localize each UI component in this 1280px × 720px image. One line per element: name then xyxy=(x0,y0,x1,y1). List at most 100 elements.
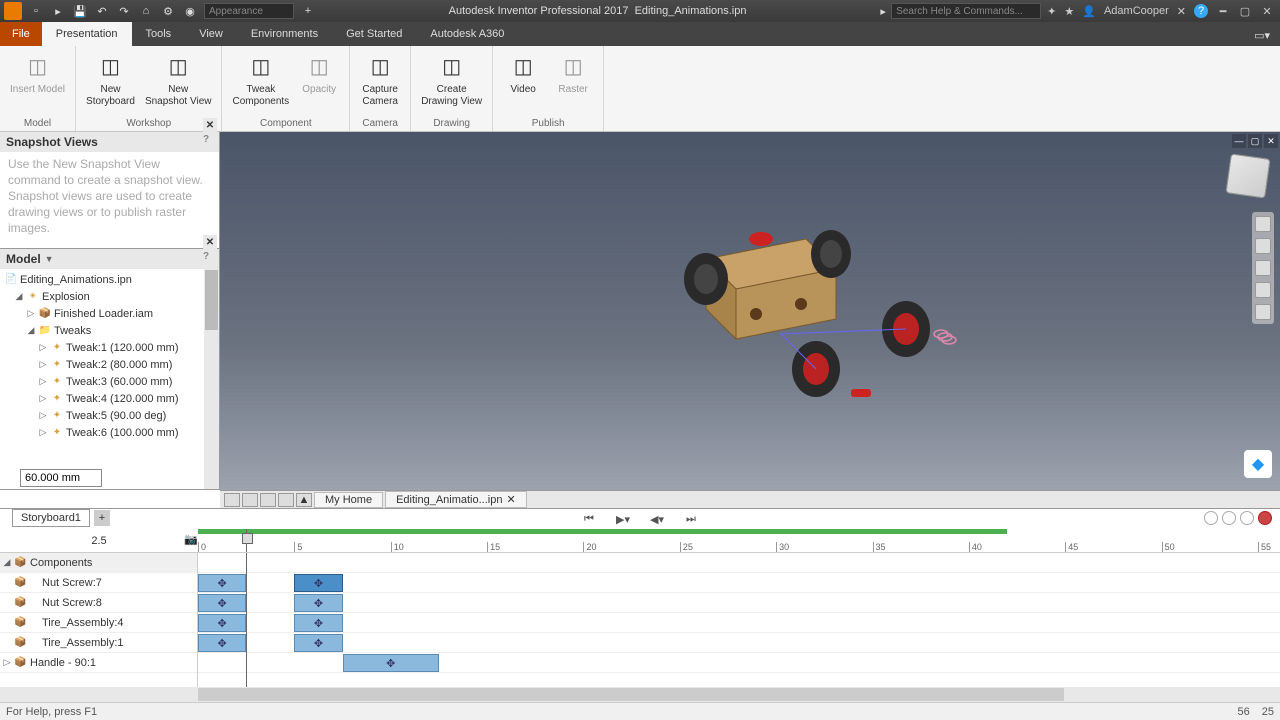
close-button[interactable]: ✕ xyxy=(1260,4,1274,18)
settings-icon[interactable]: ⚙ xyxy=(160,3,176,19)
tree-tweak-item[interactable]: ▷✦Tweak:4 (120.000 mm) xyxy=(0,390,219,407)
tree-root[interactable]: 📄 Editing_Animations.ipn xyxy=(0,271,219,288)
nav-lookat-icon[interactable] xyxy=(1255,304,1271,320)
timeline-row[interactable]: ▷📦Handle - 90:1 xyxy=(0,653,197,673)
timeline-row[interactable]: 📦Nut Screw:7 xyxy=(0,573,197,593)
zoom-fit-icon[interactable] xyxy=(1222,511,1236,525)
maximize-button[interactable]: ▢ xyxy=(1238,4,1252,18)
timeline-clip[interactable]: ✥ xyxy=(294,594,342,612)
timeline-row[interactable]: 📦Nut Screw:8 xyxy=(0,593,197,613)
tab-view[interactable]: View xyxy=(185,22,237,46)
timeline-ruler[interactable]: 📷 0510152025303540455055 xyxy=(198,529,1280,553)
signin-icon[interactable]: ✦ xyxy=(1047,5,1056,18)
components-header[interactable]: ◢📦 Components xyxy=(0,553,197,573)
snapshot-help-icon[interactable]: ? xyxy=(203,134,217,148)
timeline-row[interactable]: 📦Tire_Assembly:1 xyxy=(0,633,197,653)
tree-explosion[interactable]: ◢ ✴ Explosion xyxy=(0,288,219,305)
ribbon-new-storyboard-button[interactable]: ◫NewStoryboard xyxy=(82,48,139,116)
viewcube[interactable] xyxy=(1225,153,1270,198)
model-scrollbar[interactable] xyxy=(204,269,219,489)
timeline-clip[interactable]: ✥ xyxy=(343,654,439,672)
timeline-clip[interactable]: ✥ xyxy=(294,634,342,652)
tab-environments[interactable]: Environments xyxy=(237,22,332,46)
tree-tweak-item[interactable]: ▷✦Tweak:6 (100.000 mm) xyxy=(0,424,219,441)
storyboard-tab[interactable]: Storyboard1 xyxy=(12,509,90,527)
timeline-track[interactable]: ✥✥ xyxy=(198,633,1280,653)
arrow-icon[interactable]: ▸ xyxy=(875,3,891,19)
help-icon[interactable]: ? xyxy=(1194,4,1208,18)
view-mode-icon[interactable] xyxy=(224,493,240,507)
tab-document[interactable]: Editing_Animatio...ipn✕ xyxy=(385,491,527,508)
collapse-icon[interactable]: ◢ xyxy=(14,291,24,302)
file-tab[interactable]: File xyxy=(0,22,42,46)
timeline-track[interactable]: ✥✥ xyxy=(198,593,1280,613)
forward-end-button[interactable]: ⏭ xyxy=(683,512,699,526)
rewind-button[interactable]: ⏮ xyxy=(581,512,597,526)
record-icon[interactable] xyxy=(1258,511,1272,525)
tree-tweak-item[interactable]: ▷✦Tweak:5 (90.00 deg) xyxy=(0,407,219,424)
ribbon-tweak-components-button[interactable]: ◫TweakComponents xyxy=(228,48,293,116)
timeline-row[interactable]: 📦Tire_Assembly:4 xyxy=(0,613,197,633)
timeline-scrollbar[interactable] xyxy=(198,687,1280,702)
ribbon-create-drawing-view-button[interactable]: ◫CreateDrawing View xyxy=(417,48,486,116)
new-icon[interactable]: ▫ xyxy=(28,3,44,19)
tree-tweak-item[interactable]: ▷✦Tweak:1 (120.000 mm) xyxy=(0,339,219,356)
save-icon[interactable]: 💾 xyxy=(72,3,88,19)
view-mode-icon[interactable] xyxy=(242,493,258,507)
timeline-track[interactable]: ✥✥ xyxy=(198,613,1280,633)
vp-close-icon[interactable]: ✕ xyxy=(1264,134,1278,148)
vp-restore-icon[interactable]: ▢ xyxy=(1248,134,1262,148)
timeline-clip[interactable]: ✥ xyxy=(198,634,246,652)
camera-marker-icon[interactable]: 📷 xyxy=(184,533,198,546)
play-button[interactable]: ▶▾ xyxy=(615,512,631,526)
vp-minimize-icon[interactable]: — xyxy=(1232,134,1246,148)
tree-tweaks-folder[interactable]: ◢ 📁 Tweaks xyxy=(0,322,219,339)
tab-overflow-icon[interactable]: ▭▾ xyxy=(1244,25,1280,46)
star-icon[interactable]: ★ xyxy=(1064,5,1074,18)
tree-tweak-item[interactable]: ▷✦Tweak:2 (80.000 mm) xyxy=(0,356,219,373)
tab-get-started[interactable]: Get Started xyxy=(332,22,416,46)
nav-zoom-icon[interactable] xyxy=(1255,260,1271,276)
user-name[interactable]: AdamCooper xyxy=(1104,5,1169,17)
timeline-clip[interactable]: ✥ xyxy=(198,574,246,592)
nav-orbit-icon[interactable] xyxy=(1255,282,1271,298)
ribbon-video-button[interactable]: ◫Video xyxy=(499,48,547,116)
zoom-out-icon[interactable] xyxy=(1240,511,1254,525)
nav-wheel-icon[interactable] xyxy=(1255,216,1271,232)
snapshot-close-icon[interactable]: ✕ xyxy=(203,118,217,132)
add-icon[interactable]: + xyxy=(300,3,316,19)
viewport-3d[interactable]: — ▢ ✕ ◆ xyxy=(220,132,1280,490)
view-mode-icon[interactable] xyxy=(278,493,294,507)
nav-pan-icon[interactable] xyxy=(1255,238,1271,254)
model-close-icon[interactable]: ✕ xyxy=(203,235,217,249)
timeline-track[interactable]: ✥✥ xyxy=(198,573,1280,593)
material-icon[interactable]: ◉ xyxy=(182,3,198,19)
ribbon-capture-camera-button[interactable]: ◫CaptureCamera xyxy=(356,48,404,116)
tree-tweak-item[interactable]: ▷✦Tweak:3 (60.000 mm) xyxy=(0,373,219,390)
reverse-button[interactable]: ◀▾ xyxy=(649,512,665,526)
tab-my-home[interactable]: My Home xyxy=(314,492,383,508)
zoom-in-icon[interactable] xyxy=(1204,511,1218,525)
appearance-dropdown[interactable]: Appearance xyxy=(204,3,294,19)
tab-close-icon[interactable]: ✕ xyxy=(506,493,515,506)
view-mode-icon[interactable] xyxy=(260,493,276,507)
dropdown-icon[interactable]: ▼ xyxy=(45,254,54,264)
undo-icon[interactable]: ↶ xyxy=(94,3,110,19)
redo-icon[interactable]: ↷ xyxy=(116,3,132,19)
view-up-icon[interactable]: ▲ xyxy=(296,493,312,507)
collapse-icon[interactable]: ◢ xyxy=(26,325,36,336)
timeline-clip[interactable]: ✥ xyxy=(198,594,246,612)
search-help-input[interactable]: Search Help & Commands... xyxy=(891,3,1041,19)
model-help-icon[interactable]: ? xyxy=(203,251,217,265)
add-storyboard-button[interactable]: + xyxy=(94,510,110,526)
home-icon[interactable]: ⌂ xyxy=(138,3,154,19)
tab-tools[interactable]: Tools xyxy=(132,22,186,46)
share-badge-icon[interactable]: ◆ xyxy=(1244,450,1272,478)
tab-presentation[interactable]: Presentation xyxy=(42,22,132,46)
tweak-value-input[interactable] xyxy=(20,469,102,487)
open-icon[interactable]: ▸ xyxy=(50,3,66,19)
tab-a360[interactable]: Autodesk A360 xyxy=(416,22,518,46)
tree-assembly[interactable]: ▷ 📦 Finished Loader.iam xyxy=(0,305,219,322)
timeline-clip[interactable]: ✥ xyxy=(198,614,246,632)
exchange-icon[interactable]: ✕ xyxy=(1177,5,1186,18)
